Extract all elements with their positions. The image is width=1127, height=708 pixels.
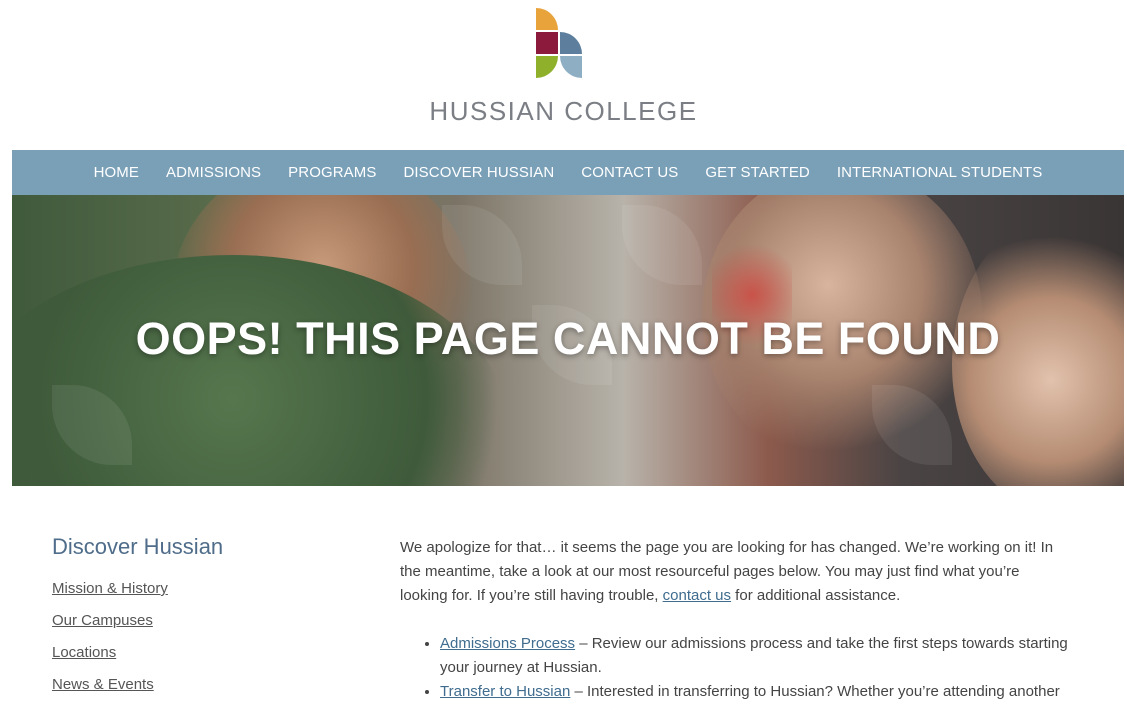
sidebar-item: Our Campuses bbox=[52, 612, 352, 634]
contact-us-link[interactable]: contact us bbox=[663, 587, 731, 604]
logo-orange-segment bbox=[536, 8, 558, 30]
nav-home[interactable]: HOME bbox=[94, 164, 139, 181]
nav-discover-hussian[interactable]: DISCOVER HUSSIAN bbox=[403, 164, 554, 181]
sidebar-item: News & Events bbox=[52, 676, 352, 698]
sidebar-links: Mission & History Our Campuses Locations… bbox=[52, 580, 352, 698]
hero-title: OOPS! THIS PAGE CANNOT BE FOUND bbox=[135, 313, 1001, 364]
list-item-text: – Interested in transferring to Hussian?… bbox=[570, 683, 1060, 700]
main-nav: HOME ADMISSIONS PROGRAMS DISCOVER HUSSIA… bbox=[12, 150, 1124, 195]
logo-lightblue-segment bbox=[560, 56, 582, 78]
hero-banner: OOPS! THIS PAGE CANNOT BE FOUND bbox=[12, 195, 1124, 486]
nav-international-students[interactable]: INTERNATIONAL STUDENTS bbox=[837, 164, 1043, 181]
site-header: HUSSIAN COLLEGE bbox=[0, 0, 1127, 150]
sidebar: Discover Hussian Mission & History Our C… bbox=[52, 534, 352, 708]
list-item: Admissions Process – Review our admissio… bbox=[440, 632, 1068, 680]
nav-contact-us[interactable]: CONTACT US bbox=[581, 164, 678, 181]
sidebar-heading: Discover Hussian bbox=[52, 534, 224, 559]
resource-list: Admissions Process – Review our admissio… bbox=[400, 632, 1068, 704]
hero-pattern-tile bbox=[622, 205, 702, 285]
logo-blue-segment bbox=[560, 32, 582, 54]
main-content: We apologize for that… it seems the page… bbox=[400, 536, 1068, 704]
transfer-to-hussian-link[interactable]: Transfer to Hussian bbox=[440, 683, 570, 700]
intro-suffix: for additional assistance. bbox=[731, 587, 901, 604]
nav-admissions[interactable]: ADMISSIONS bbox=[166, 164, 261, 181]
admissions-process-link[interactable]: Admissions Process bbox=[440, 635, 575, 652]
sidebar-link-locations[interactable]: Locations bbox=[52, 644, 116, 661]
logo-maroon-segment bbox=[536, 32, 558, 54]
sidebar-link-our-campuses[interactable]: Our Campuses bbox=[52, 612, 153, 629]
sidebar-item: Locations bbox=[52, 644, 352, 666]
sidebar-link-news-events[interactable]: News & Events bbox=[52, 676, 154, 693]
intro-paragraph: We apologize for that… it seems the page… bbox=[400, 536, 1068, 608]
nav-get-started[interactable]: GET STARTED bbox=[705, 164, 809, 181]
sidebar-link-mission-history[interactable]: Mission & History bbox=[52, 580, 168, 597]
list-item: Transfer to Hussian – Interested in tran… bbox=[440, 680, 1068, 704]
college-name: HUSSIAN COLLEGE bbox=[429, 96, 698, 126]
logo-green-segment bbox=[536, 56, 558, 78]
hussian-logo[interactable] bbox=[536, 8, 584, 80]
sidebar-item: Mission & History bbox=[52, 580, 352, 602]
nav-programs[interactable]: PROGRAMS bbox=[288, 164, 376, 181]
